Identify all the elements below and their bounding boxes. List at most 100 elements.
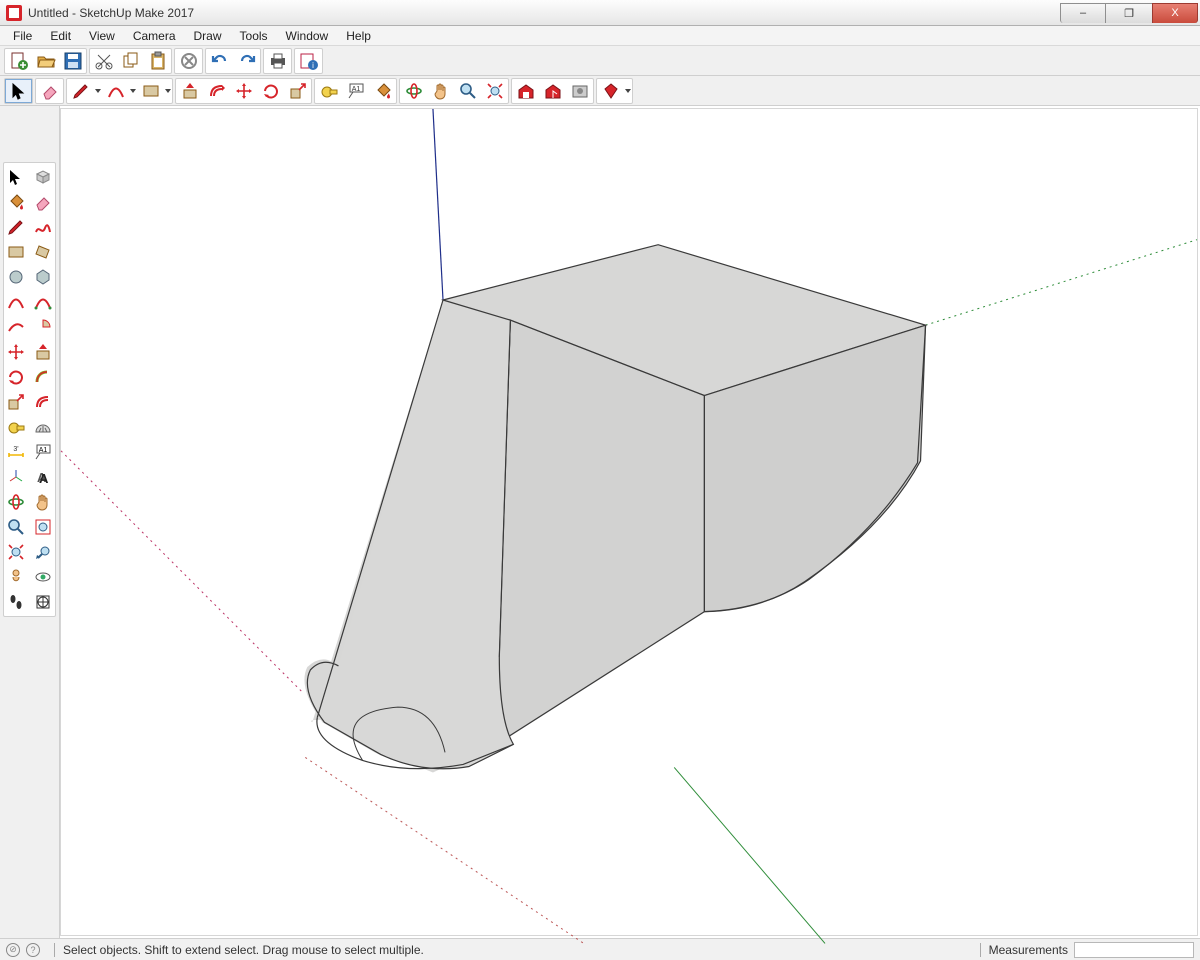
move-icon — [235, 82, 253, 100]
palette-scale[interactable] — [3, 390, 29, 414]
print-button[interactable] — [264, 49, 291, 73]
offset-tool-button[interactable] — [203, 79, 230, 103]
ext-warehouse-button[interactable] — [566, 79, 593, 103]
text-tool-button[interactable]: A1 — [342, 79, 369, 103]
svg-text:A: A — [39, 471, 49, 486]
menu-edit[interactable]: Edit — [41, 28, 80, 44]
ruby-dropdown[interactable] — [624, 89, 632, 93]
eraser-tool-button[interactable] — [36, 79, 63, 103]
arc-dropdown[interactable] — [129, 89, 137, 93]
save-file-button[interactable] — [59, 49, 86, 73]
menu-view[interactable]: View — [80, 28, 124, 44]
palette-pushpull[interactable] — [30, 340, 56, 364]
menu-window[interactable]: Window — [277, 28, 338, 44]
save-icon — [64, 52, 82, 70]
move-tool-button[interactable] — [230, 79, 257, 103]
orbit-tool-button[interactable] — [400, 79, 427, 103]
palette-position-camera[interactable] — [3, 565, 29, 589]
copy-button[interactable] — [117, 49, 144, 73]
model-viewport[interactable] — [60, 108, 1198, 936]
palette-pan[interactable] — [30, 490, 56, 514]
palette-rectangle[interactable] — [3, 240, 29, 264]
redo-button[interactable] — [233, 49, 260, 73]
menu-camera[interactable]: Camera — [124, 28, 185, 44]
palette-previous[interactable] — [30, 540, 56, 564]
palette-zoom-extents[interactable] — [3, 540, 29, 564]
pushpull-icon — [34, 343, 52, 361]
palette-dimension[interactable]: 3' — [3, 440, 29, 464]
status-hint: Select objects. Shift to extend select. … — [63, 943, 424, 957]
title-bar[interactable]: Untitled - SketchUp Make 2017 – ❐ X — [0, 0, 1200, 26]
tape-tool-button[interactable] — [315, 79, 342, 103]
ruby-button[interactable] — [597, 79, 624, 103]
model-info-button[interactable]: i — [295, 49, 322, 73]
undo-button[interactable] — [206, 49, 233, 73]
palette-line[interactable] — [3, 215, 29, 239]
palette-section[interactable] — [30, 590, 56, 614]
palette-offset[interactable] — [30, 390, 56, 414]
menu-draw[interactable]: Draw — [185, 28, 231, 44]
rotate-tool-button[interactable] — [257, 79, 284, 103]
shapes-tool-button[interactable] — [137, 79, 164, 103]
palette-zoom[interactable] — [3, 515, 29, 539]
palette-eraser[interactable] — [30, 190, 56, 214]
palette-look-around[interactable] — [30, 565, 56, 589]
menu-tools[interactable]: Tools — [231, 28, 277, 44]
palette-paint[interactable] — [3, 190, 29, 214]
palette-move[interactable] — [3, 340, 29, 364]
palette-circle[interactable] — [3, 265, 29, 289]
pencil-icon — [72, 82, 90, 100]
palette-orbit[interactable] — [3, 490, 29, 514]
palette-make-component[interactable] — [30, 165, 56, 189]
3dtext-icon: AA — [34, 468, 52, 486]
menu-file[interactable]: File — [4, 28, 41, 44]
palette-select[interactable] — [3, 165, 29, 189]
palette-text[interactable]: A1 — [30, 440, 56, 464]
credits-icon[interactable]: ? — [26, 943, 40, 957]
geo-icon[interactable]: ⊘ — [6, 943, 20, 957]
arc-tool-button[interactable] — [102, 79, 129, 103]
palette-followme[interactable] — [30, 365, 56, 389]
palette-walk[interactable] — [3, 590, 29, 614]
palette-2pt-arc[interactable] — [30, 290, 56, 314]
measurements-input[interactable] — [1074, 942, 1194, 958]
warehouse-button[interactable] — [512, 79, 539, 103]
palette-3pt-arc[interactable] — [3, 315, 29, 339]
share-button[interactable] — [539, 79, 566, 103]
text-icon: A1 — [347, 82, 365, 100]
palette-arc[interactable] — [3, 290, 29, 314]
zoom-tool-button[interactable] — [454, 79, 481, 103]
arc2-icon — [34, 293, 52, 311]
minimize-button[interactable]: – — [1060, 3, 1106, 23]
orbit-icon — [7, 493, 25, 511]
line-tool-button[interactable] — [67, 79, 94, 103]
palette-axes[interactable] — [3, 465, 29, 489]
maximize-button[interactable]: ❐ — [1106, 3, 1152, 23]
palette-rotate[interactable] — [3, 365, 29, 389]
line-dropdown[interactable] — [94, 89, 102, 93]
new-file-button[interactable] — [5, 49, 32, 73]
palette-zoom-window[interactable] — [30, 515, 56, 539]
zoom-extents-button[interactable] — [481, 79, 508, 103]
paste-button[interactable] — [144, 49, 171, 73]
pan-tool-button[interactable] — [427, 79, 454, 103]
scale-tool-button[interactable] — [284, 79, 311, 103]
palette-pie[interactable] — [30, 315, 56, 339]
select-tool-button[interactable] — [5, 79, 32, 103]
scale-icon — [7, 393, 25, 411]
cut-button[interactable] — [90, 49, 117, 73]
palette-polygon[interactable] — [30, 265, 56, 289]
close-button[interactable]: X — [1152, 3, 1198, 23]
palette-freehand[interactable] — [30, 215, 56, 239]
palette-tape[interactable] — [3, 415, 29, 439]
menu-help[interactable]: Help — [337, 28, 380, 44]
delete-button[interactable] — [175, 49, 202, 73]
pushpull-tool-button[interactable] — [176, 79, 203, 103]
paint-bucket-button[interactable] — [369, 79, 396, 103]
palette-3dtext[interactable]: AA — [30, 465, 56, 489]
palette-rotated-rect[interactable] — [30, 240, 56, 264]
palette-protractor[interactable] — [30, 415, 56, 439]
open-file-button[interactable] — [32, 49, 59, 73]
shapes-dropdown[interactable] — [164, 89, 172, 93]
zoom-window-icon — [34, 518, 52, 536]
